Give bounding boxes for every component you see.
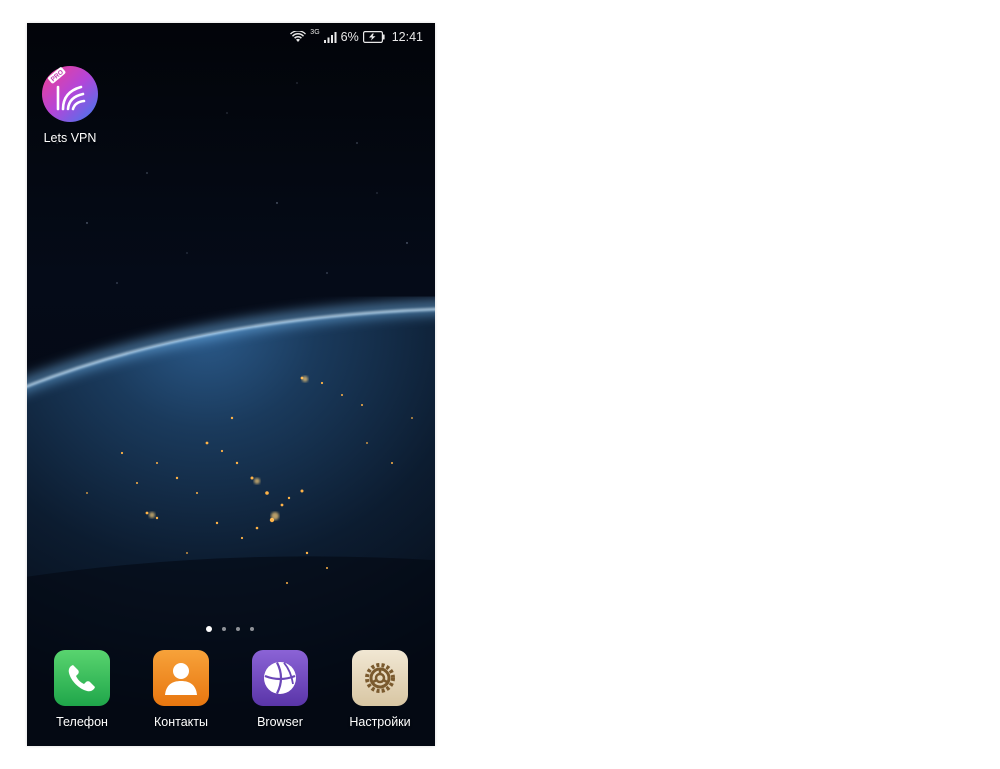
page-dot-active	[206, 626, 212, 632]
clock-time: 12:41	[391, 30, 423, 44]
dock-app-contacts[interactable]: Контакты	[141, 649, 221, 729]
dock-app-browser[interactable]: Browser	[240, 649, 320, 729]
phone-screen: 3G 6% 12:41 PRO Lets VPN Телефон Контакт…	[27, 23, 435, 746]
app-lets-vpn[interactable]: PRO Lets VPN	[30, 65, 110, 145]
network-type: 3G	[310, 28, 320, 36]
signal-icon	[323, 32, 337, 43]
battery-charging-icon	[362, 31, 385, 43]
contacts-icon	[153, 650, 209, 706]
browser-icon	[252, 650, 308, 706]
app-label: Lets VPN	[43, 131, 97, 145]
page-indicator	[206, 626, 254, 632]
app-label: Настройки	[349, 715, 411, 729]
battery-percent: 6%	[340, 30, 359, 44]
status-bar: 3G 6% 12:41	[27, 23, 435, 51]
page-dot	[250, 627, 254, 631]
app-label: Контакты	[154, 715, 208, 729]
app-label: Телефон	[56, 715, 108, 729]
dock-app-phone[interactable]: Телефон	[42, 649, 122, 729]
page-dot	[236, 627, 240, 631]
dock-app-settings[interactable]: Настройки	[340, 649, 420, 729]
wifi-icon	[290, 31, 307, 42]
app-label: Browser	[257, 715, 303, 729]
phone-icon	[54, 650, 110, 706]
lets-vpn-icon: PRO	[42, 66, 98, 122]
page-dot	[222, 627, 226, 631]
settings-icon	[352, 650, 408, 706]
